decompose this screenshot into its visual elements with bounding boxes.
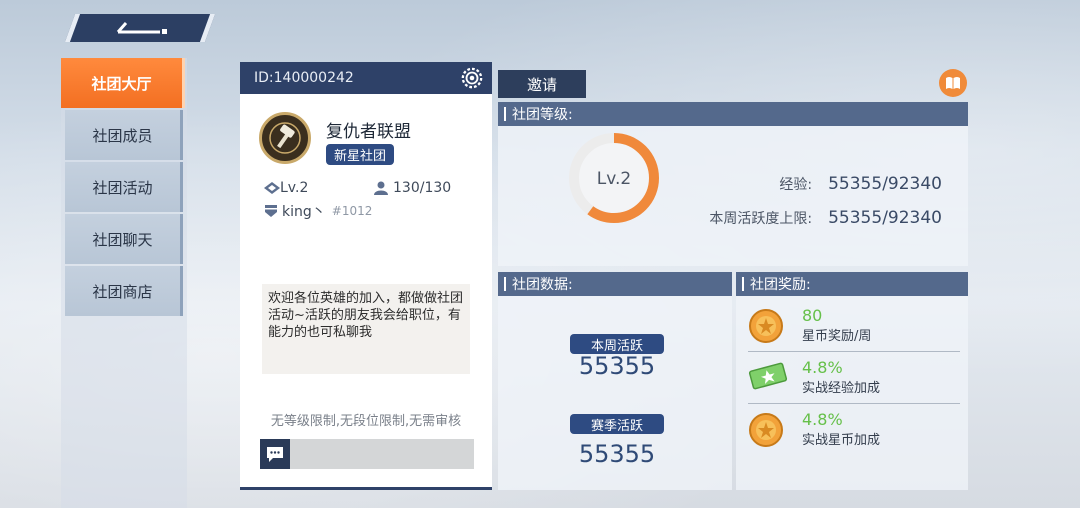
nav-club-hall[interactable]: 社团大厅 — [61, 58, 185, 108]
weekly-cap-value: 55355/92340 — [828, 208, 942, 228]
nav-club-activities[interactable]: 社团活动 — [65, 162, 183, 212]
star-coin-icon — [749, 309, 783, 343]
season-activity-label: 赛季活跃 — [570, 414, 664, 434]
shield-icon — [265, 205, 277, 217]
club-emblem — [259, 112, 311, 164]
club-owner-name: king丶 — [282, 204, 326, 220]
club-owner-stat: king丶 #1012 — [264, 201, 372, 221]
reward-label: 星币奖励/周 — [802, 329, 872, 344]
club-level-header: 社团等级: — [498, 102, 968, 126]
divider — [748, 351, 960, 352]
reward-label: 实战经验加成 — [802, 381, 881, 396]
club-level: Lv.2 — [280, 180, 309, 196]
diamond-rank-icon — [264, 182, 280, 194]
reward-item: 80 星币奖励/周 — [748, 304, 960, 352]
exp-row: 经验: 55355/92340 — [779, 174, 942, 194]
ring-level-text: Lv.2 — [597, 169, 631, 189]
club-reward-title: 社团奖励: — [750, 277, 811, 293]
nav-club-members[interactable]: 社团成员 — [65, 110, 183, 160]
club-notice: 欢迎各位英雄的加入，都做做社团活动~活跃的朋友我会给职位，有能力的也可私聊我 — [262, 284, 470, 374]
club-level-panel: 社团等级: Lv.2 经验: 55355/92340 本周活跃度上限: 5535… — [498, 102, 968, 266]
back-arrow-icon — [116, 22, 167, 34]
club-member-count: 130/130 — [393, 180, 452, 196]
invite-button[interactable]: 邀请 — [498, 70, 586, 98]
club-id: ID:140000242 — [254, 70, 354, 86]
club-tag-badge: 新星社团 — [326, 144, 395, 165]
reward-item: 4.8% 实战经验加成 — [748, 356, 960, 404]
book-icon[interactable] — [939, 69, 967, 97]
club-info-card: ID:140000242 复仇者联盟 新星社团 Lv.2 130/130 kin… — [240, 62, 492, 490]
weekly-activity-value: 55355 — [578, 352, 656, 380]
club-level-title: 社团等级: — [512, 107, 573, 123]
reward-value: 4.8% — [802, 358, 843, 377]
weekly-activity-label: 本周活跃 — [570, 334, 664, 354]
club-level-stat: Lv.2 — [264, 180, 308, 196]
club-reward-header: 社团奖励: — [736, 272, 968, 296]
sidebar: 社团大厅 社团成员 社团活动 社团聊天 社团商店 — [61, 58, 187, 508]
season-activity-value: 55355 — [578, 440, 656, 468]
nav-club-shop[interactable]: 社团商店 — [65, 266, 183, 316]
club-owner-tag: #1012 — [331, 204, 373, 218]
exp-label: 经验: — [779, 177, 813, 193]
back-button[interactable] — [64, 14, 216, 42]
club-id-header: ID:140000242 — [240, 62, 492, 94]
club-data-title: 社团数据: — [512, 277, 573, 293]
chat-input[interactable] — [260, 439, 474, 469]
club-data-header: 社团数据: — [498, 272, 732, 296]
weekly-cap-row: 本周活跃度上限: 55355/92340 — [709, 208, 942, 228]
level-progress-ring: Lv.2 — [569, 133, 659, 223]
exp-value: 55355/92340 — [828, 174, 942, 194]
club-members-stat: 130/130 — [373, 180, 451, 196]
club-data-panel: 社团数据: 本周活跃 55355 赛季活跃 55355 — [498, 272, 732, 490]
person-icon — [374, 181, 388, 195]
nav-club-chat[interactable]: 社团聊天 — [65, 214, 183, 264]
reward-item: 4.8% 实战星币加成 — [748, 408, 960, 456]
weekly-cap-label: 本周活跃度上限: — [709, 211, 813, 227]
star-coin-icon — [749, 413, 783, 447]
reward-value: 80 — [802, 306, 823, 325]
club-name: 复仇者联盟 — [326, 122, 411, 142]
chat-bubble-icon[interactable] — [260, 439, 290, 469]
join-requirements: 无等级限制,无段位限制,无需审核 — [270, 414, 462, 429]
divider — [748, 403, 960, 404]
exp-ticket-icon — [748, 362, 788, 390]
reward-value: 4.8% — [802, 410, 843, 429]
hammer-emblem-icon — [269, 122, 301, 154]
gear-icon[interactable] — [461, 67, 483, 89]
club-reward-panel: 社团奖励: 80 星币奖励/周 4.8% 实战经验加成 4.8% 实战星币加成 — [736, 272, 968, 490]
reward-label: 实战星币加成 — [802, 433, 881, 448]
